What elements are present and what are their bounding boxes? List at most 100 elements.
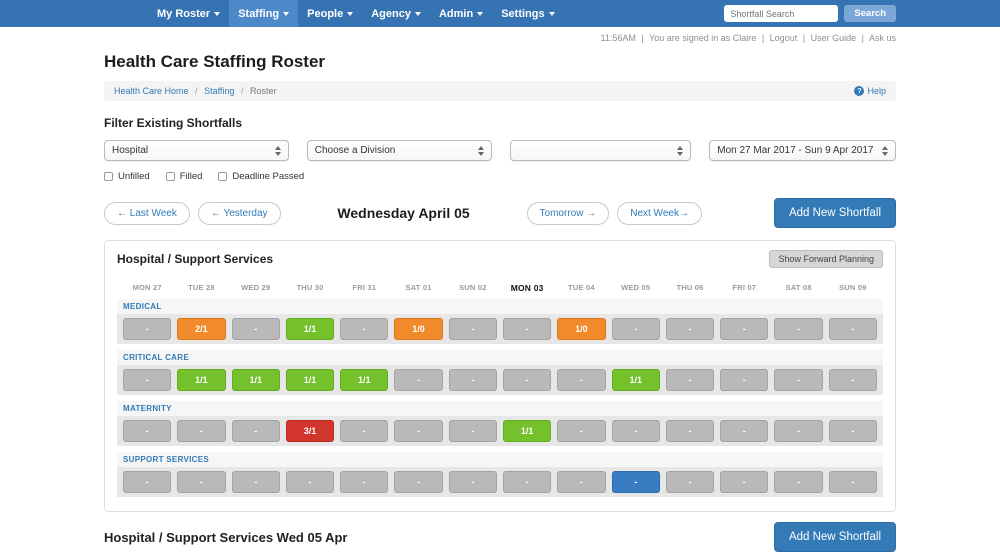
shift-cell[interactable]: - [720,471,769,493]
shift-cell[interactable]: - [123,471,172,493]
shift-cell[interactable]: - [394,471,443,493]
shift-cell[interactable]: - [611,420,660,442]
shift-cell[interactable]: - [665,471,715,493]
last-week-button[interactable]: ← Last Week [104,201,190,225]
shift-cell[interactable]: - [665,318,715,340]
shift-cell[interactable]: - [448,471,497,493]
nav-item-staffing[interactable]: Staffing [229,0,299,27]
nav-item-my-roster[interactable]: My Roster [148,0,229,27]
ward-select[interactable] [509,140,692,161]
shift-cell[interactable]: - [394,420,443,442]
nav-item-label: Settings [501,7,545,20]
add-new-shortfall-button-bottom[interactable]: Add New Shortfall [773,522,896,552]
shift-cell[interactable]: - [502,318,552,340]
logout-link[interactable]: Logout [770,33,798,43]
shift-cell[interactable]: - [502,471,552,493]
shift-cell[interactable]: - [394,369,443,391]
date-range-select[interactable]: Mon 27 Mar 2017 - Sun 9 Apr 2017 [709,140,896,161]
shift-cell[interactable]: 2/1 [177,318,226,340]
shift-cell[interactable]: 1/1 [340,369,389,391]
shift-cell[interactable]: - [828,369,877,391]
unfilled-checkbox[interactable]: Unfilled [104,171,150,182]
search-button[interactable]: Search [844,5,896,22]
shift-cell[interactable]: - [448,369,497,391]
shift-cell[interactable]: - [774,369,823,391]
checkbox-label: Deadline Passed [232,171,305,182]
day-header: TUE 04 [568,283,595,292]
filter-checkbox-row: Unfilled Filled Deadline Passed [104,171,896,182]
facility-select[interactable]: Hospital [104,140,289,161]
shift-cell[interactable]: - [774,318,823,340]
ward-label: MATERNITY [117,401,883,416]
shift-cell[interactable]: - [557,369,606,391]
shift-cell[interactable]: - [828,318,877,340]
shift-cell[interactable]: - [502,369,552,391]
shift-cell[interactable]: - [177,420,226,442]
shift-cell[interactable]: 1/0 [557,318,606,340]
shift-cell[interactable]: - [720,369,769,391]
nav-item-admin[interactable]: Admin [430,0,492,27]
search-input[interactable] [724,5,839,22]
user-guide-link[interactable]: User Guide [811,33,857,43]
breadcrumb-home-link[interactable]: Health Care Home [114,86,189,96]
shift-cell[interactable]: - [231,471,280,493]
day-detail-header: Hospital / Support Services Wed 05 Apr A… [104,522,896,552]
shift-cell[interactable]: 3/1 [285,420,335,442]
nav-items: My Roster Staffing People Agency Admin Settin… [148,0,564,27]
shift-cell[interactable]: 1/0 [394,318,443,340]
shift-cell[interactable]: - [340,420,389,442]
filled-checkbox[interactable]: Filled [165,171,202,182]
shift-cell[interactable]: - [720,420,769,442]
nav-item-people[interactable]: People [298,0,362,27]
day-header: MON 27 [132,283,162,292]
tomorrow-button[interactable]: Tomorrow → [526,201,610,225]
session-bar: 11:56AM | You are signed in as Claire | … [104,27,896,43]
shift-cell[interactable]: 1/1 [177,369,226,391]
shift-cell[interactable]: - [828,420,877,442]
page-title: Health Care Staffing Roster [104,52,326,71]
shift-cell[interactable]: - [720,318,769,340]
show-forward-planning-button[interactable]: Show Forward Planning [769,250,883,268]
shift-cell[interactable]: 1/1 [285,369,335,391]
shift-cell[interactable]: - [123,420,172,442]
breadcrumb: Health Care Home / Staffing / Roster ? H… [104,81,896,101]
shift-cell[interactable]: - [611,318,660,340]
shift-cell[interactable]: - [665,369,715,391]
shift-cell[interactable]: - [774,420,823,442]
shift-cell[interactable]: - [123,369,172,391]
nav-item-agency[interactable]: Agency [362,0,430,27]
ward-cell-row: - - -3/1- - -1/1- - - - - - [117,416,883,446]
shift-cell[interactable]: - [774,471,823,493]
ward-section: CRITICAL CARE -1/1 1/1 1/1 1/1- - - -1/1- - - - [117,350,883,395]
shift-cell[interactable]: - [557,420,606,442]
division-select[interactable]: Choose a Division [306,140,492,161]
shift-cell[interactable]: 1/1 [231,369,280,391]
shift-cell[interactable]: 1/1 [285,318,335,340]
checkbox-label: Unfilled [118,171,150,182]
help-link[interactable]: ? Help [854,86,886,96]
nav-item-settings[interactable]: Settings [492,0,563,27]
shift-cell[interactable]: - [557,471,606,493]
shift-cell[interactable]: - [177,471,226,493]
shift-cell[interactable]: 1/1 [611,369,660,391]
yesterday-button[interactable]: ← Yesterday [197,201,281,225]
deadline-passed-checkbox[interactable]: Deadline Passed [218,171,304,182]
shift-cell[interactable]: - [665,420,715,442]
shift-cell[interactable]: 1/1 [502,420,552,442]
shift-cell[interactable]: - [231,420,280,442]
shift-cell[interactable]: - [448,420,497,442]
shift-cell[interactable]: - [123,318,172,340]
shift-cell[interactable]: - [611,471,660,493]
add-new-shortfall-button[interactable]: Add New Shortfall [773,198,896,228]
day-header: SUN 09 [839,283,867,292]
shift-cell[interactable]: - [340,318,389,340]
shift-cell[interactable]: - [231,318,280,340]
shift-cell[interactable]: - [448,318,497,340]
next-week-button[interactable]: Next Week→ [617,201,702,225]
shift-cell[interactable]: - [285,471,335,493]
shift-cell[interactable]: - [340,471,389,493]
shift-cell[interactable]: - [828,471,877,493]
ask-us-link[interactable]: Ask us [869,33,896,43]
breadcrumb-staffing-link[interactable]: Staffing [204,86,234,96]
day-header: WED 29 [241,283,271,292]
